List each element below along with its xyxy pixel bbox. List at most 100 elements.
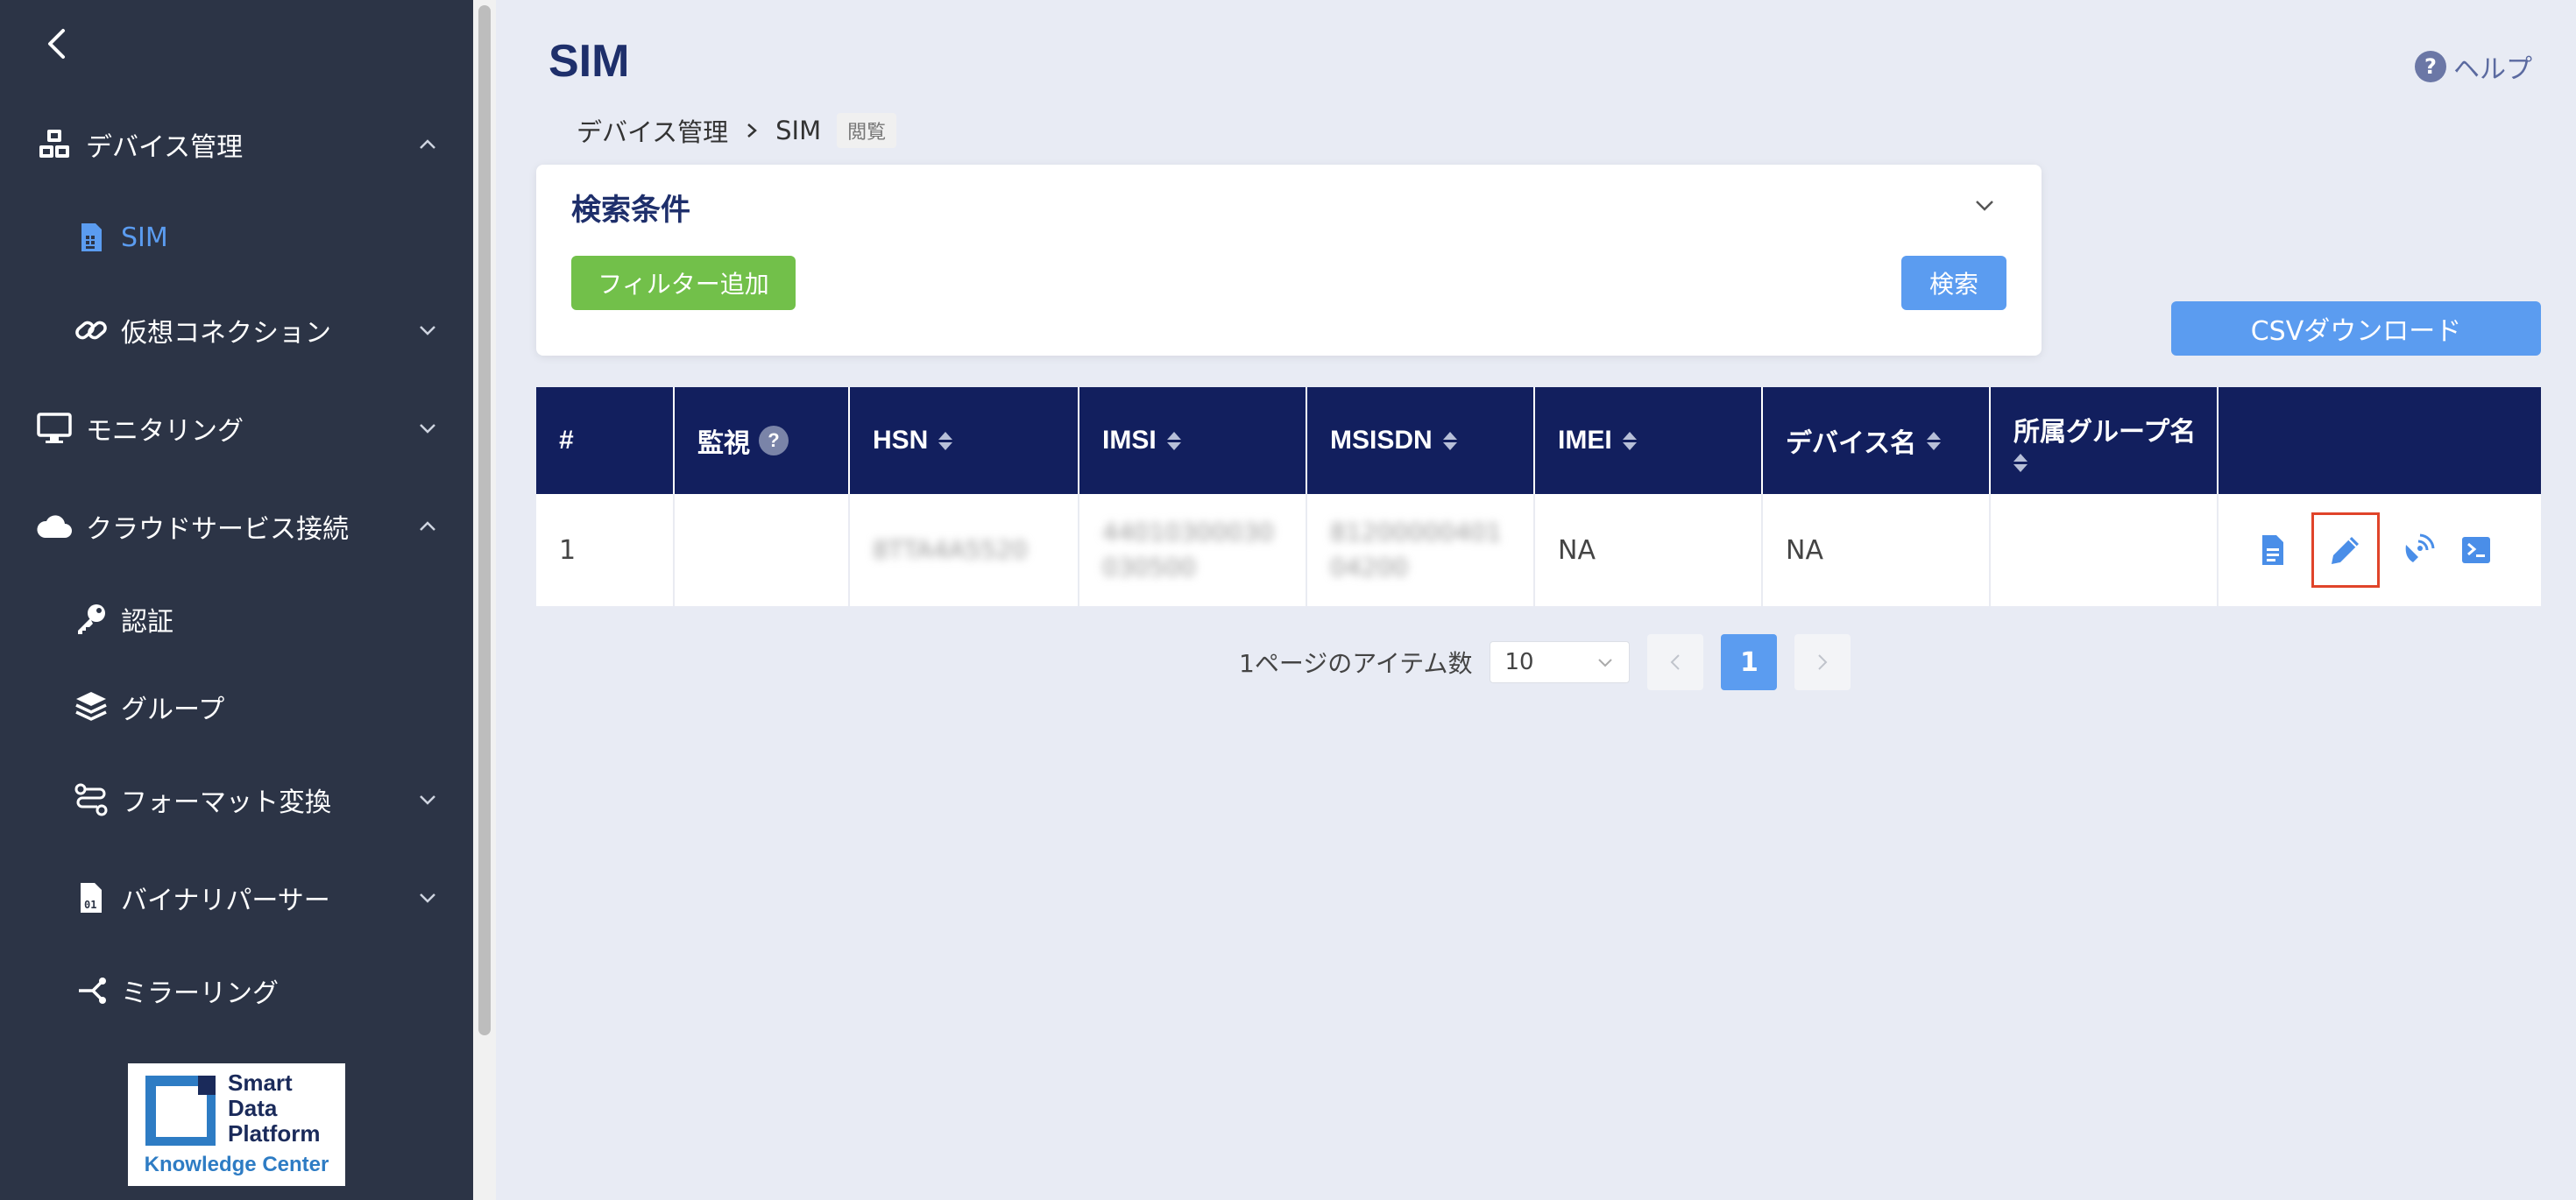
connect-button[interactable]	[2399, 531, 2438, 569]
page-size-value: 10	[1504, 649, 1534, 675]
chevron-up-icon	[417, 134, 438, 155]
chevron-left-icon	[1671, 654, 1681, 670]
page-size-select[interactable]: 10	[1490, 641, 1631, 683]
satellite-icon	[2405, 533, 2435, 562]
sidebar-item-monitoring[interactable]: モニタリング	[0, 398, 473, 459]
question-icon[interactable]: ?	[759, 426, 789, 455]
collapse-toggle[interactable]	[1971, 193, 1998, 219]
sidebar: デバイス管理 SIM 仮想コネクション モニタリング クラウドサービス接続 認証	[0, 0, 473, 1200]
add-filter-button[interactable]: フィルター追加	[571, 256, 796, 310]
sidebar-item-label: フォーマット変換	[121, 787, 331, 818]
sim-card-icon	[72, 218, 110, 257]
sidebar-item-device-management[interactable]: デバイス管理	[0, 114, 473, 175]
table-row[interactable]: 1 8TTA4A5520 44010300030030500 812000004…	[536, 494, 2541, 606]
sidebar-item-label: モニタリング	[86, 416, 244, 447]
csv-download-button[interactable]: CSVダウンロード	[2171, 301, 2541, 356]
sidebar-item-auth[interactable]: 認証	[0, 589, 473, 650]
column-header-imsi[interactable]: IMSI	[1079, 387, 1307, 494]
msisdn-value: 8120000040104200	[1330, 518, 1502, 582]
sidebar-item-label: デバイス管理	[86, 132, 244, 163]
logo-text: Smart Data Platform	[228, 1070, 320, 1147]
cell-imsi: 44010300030030500	[1079, 494, 1307, 606]
sidebar-item-binary-parser[interactable]: 01 バイナリパーサー	[0, 867, 473, 928]
imsi-value: 44010300030030500	[1102, 518, 1274, 582]
help-label: ヘルプ	[2453, 54, 2532, 85]
share-icon	[72, 971, 110, 1010]
sort-icon[interactable]	[2013, 453, 2028, 472]
cell-imei: NA	[1535, 494, 1763, 606]
search-button[interactable]: 検索	[1901, 256, 2006, 310]
sidebar-item-label: バイナリパーサー	[121, 886, 330, 916]
cell-device-name: NA	[1763, 494, 1991, 606]
column-header-device-name[interactable]: デバイス名	[1763, 387, 1991, 494]
chevron-down-icon	[417, 418, 438, 439]
details-button[interactable]	[2254, 531, 2292, 569]
row-actions	[2219, 494, 2541, 606]
sort-icon[interactable]	[1166, 431, 1181, 450]
pencil-icon	[2332, 537, 2359, 564]
column-header-msisdn[interactable]: MSISDN	[1307, 387, 1535, 494]
sidebar-item-label: ミラーリング	[121, 978, 279, 1009]
terminal-button[interactable]	[2457, 531, 2495, 569]
chevron-down-icon	[417, 887, 438, 908]
sidebar-item-sim[interactable]: SIM	[0, 207, 473, 268]
logo-line: Data	[228, 1095, 278, 1121]
cell-hsn: 8TTA4A5520	[850, 494, 1079, 606]
cloud-icon	[35, 507, 74, 546]
page-title: SIM	[548, 36, 630, 87]
column-header-label: HSN	[873, 426, 929, 455]
next-page-button[interactable]	[1794, 634, 1851, 690]
sidebar-item-cloud-service[interactable]: クラウドサービス接続	[0, 496, 473, 557]
prev-page-button[interactable]	[1647, 634, 1704, 690]
search-conditions-panel: 検索条件 フィルター追加 検索	[536, 165, 2042, 356]
column-header-label: デバイス名	[1786, 429, 1917, 458]
chevron-down-icon	[417, 320, 438, 341]
knowledge-center-logo[interactable]: Smart Data Platform Knowledge Center	[128, 1063, 345, 1186]
column-header-label: #	[559, 426, 574, 455]
sidebar-item-virtual-connection[interactable]: 仮想コネクション	[0, 300, 473, 361]
chevron-left-icon	[48, 29, 65, 59]
sidebar-item-label: クラウドサービス接続	[86, 514, 349, 545]
sidebar-item-label: 認証	[121, 607, 173, 638]
chevron-down-icon	[1598, 659, 1613, 667]
pagination: 1ページのアイテム数 10 1	[1239, 634, 1851, 690]
monitor-icon	[35, 409, 74, 448]
column-header-monitor: 監視 ?	[675, 387, 850, 494]
sidebar-item-group[interactable]: グループ	[0, 676, 473, 738]
cell-number: 1	[536, 494, 675, 606]
sidebar-item-label: SIM	[121, 222, 168, 253]
chevron-right-icon	[1818, 654, 1828, 670]
svg-text:01: 01	[84, 899, 96, 911]
breadcrumb-root[interactable]: デバイス管理	[577, 112, 728, 149]
column-header-actions	[2219, 387, 2541, 494]
page-button-current[interactable]: 1	[1721, 634, 1778, 690]
sort-icon[interactable]	[938, 431, 953, 450]
cell-group-name	[1991, 494, 2219, 606]
sidebar-item-label: 仮想コネクション	[121, 318, 331, 349]
layers-icon	[72, 688, 110, 726]
column-header-group-name[interactable]: 所属グループ名	[1991, 387, 2219, 494]
sidebar-item-mirroring[interactable]: ミラーリング	[0, 960, 473, 1021]
chevron-right-icon	[744, 123, 760, 138]
column-header-label: MSISDN	[1330, 426, 1433, 455]
chevron-down-icon	[417, 789, 438, 810]
table-header: # 監視 ? HSN IMSI MSISDN IMEI デバイス名 所属グループ…	[536, 387, 2541, 494]
column-header-label: 所属グループ名	[2013, 417, 2197, 447]
sidebar-item-format-conversion[interactable]: フォーマット変換	[0, 769, 473, 830]
cubes-icon	[35, 125, 74, 164]
edit-button[interactable]	[2311, 512, 2380, 588]
cell-msisdn: 8120000040104200	[1307, 494, 1535, 606]
logo-mark	[145, 1076, 216, 1146]
column-header-imei[interactable]: IMEI	[1535, 387, 1763, 494]
items-per-page-label: 1ページのアイテム数	[1239, 649, 1473, 678]
back-button[interactable]	[39, 26, 74, 61]
sort-icon[interactable]	[1927, 431, 1942, 450]
sidebar-scrollbar-thumb[interactable]	[478, 5, 491, 1035]
column-header-hsn[interactable]: HSN	[850, 387, 1079, 494]
document-icon	[2262, 535, 2283, 565]
sort-icon[interactable]	[1622, 431, 1637, 450]
sort-icon[interactable]	[1442, 431, 1457, 450]
help-link[interactable]: ? ヘルプ	[2415, 47, 2532, 86]
hsn-value: 8TTA4A5520	[873, 535, 1028, 564]
column-header-label: IMEI	[1558, 426, 1612, 455]
